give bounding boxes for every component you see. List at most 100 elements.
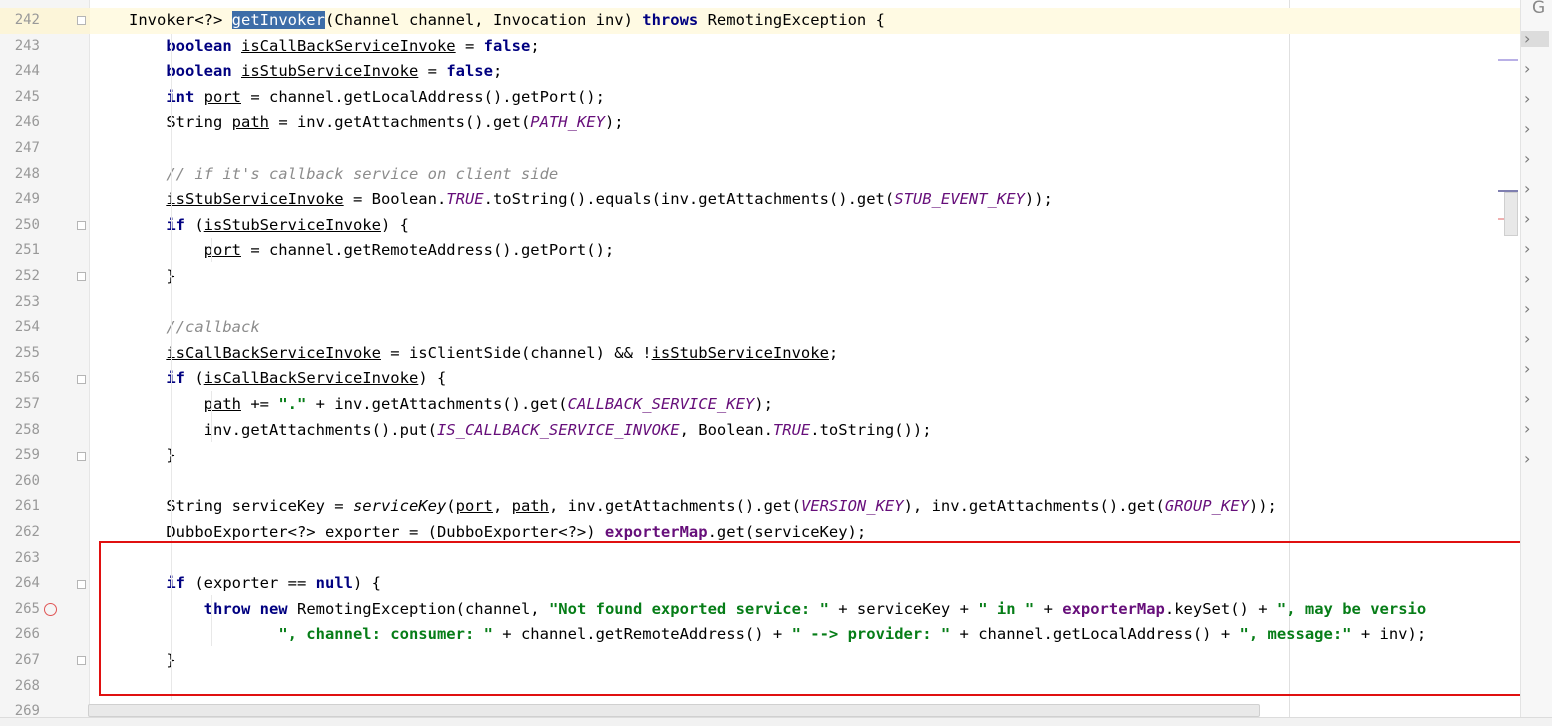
line-number: 242 [14,12,40,28]
code-token: false [446,62,493,81]
code-line[interactable]: path += "." + inv.getAttachments().get(C… [90,392,1520,418]
scroll-thumb[interactable] [1504,192,1518,236]
code-line[interactable]: boolean isCallBackServiceInvoke = false; [90,34,1520,60]
fold-toggle-icon[interactable] [77,272,86,282]
code-token: = channel.getRemoteAddress().getPort(); [240,241,615,260]
code-token: isCallBackServiceInvoke [166,343,381,362]
chevron-right-icon[interactable]: › [1524,181,1540,197]
code-text: isCallBackServiceInvoke = isClientSide(c… [129,341,838,367]
code-text: } [129,443,175,469]
code-line[interactable]: isCallBackServiceInvoke = isClientSide(c… [90,341,1520,367]
chevron-right-icon[interactable]: › [1524,361,1540,377]
code-token: GROUP_KEY [1164,497,1249,516]
code-token: IS_CALLBACK_SERVICE_INVOKE [436,420,680,439]
code-token: ( [185,369,204,388]
code-token: isCallBackServiceInvoke [241,36,456,55]
code-token: ; [828,343,839,362]
line-number: 248 [14,165,40,182]
code-line[interactable]: port = channel.getRemoteAddress().getPor… [90,238,1520,264]
chevron-right-icon[interactable]: › [1521,31,1549,47]
code-line[interactable]: inv.getAttachments().put(IS_CALLBACK_SER… [90,418,1520,444]
code-token: , [492,497,512,516]
code-token: isStubServiceInvoke [203,215,381,234]
chevron-right-icon[interactable]: › [1524,151,1540,167]
status-strip [0,717,1552,726]
chevron-right-icon[interactable]: › [1524,271,1540,287]
line-number: 264 [14,575,40,592]
code-line[interactable]: Invoker<?> getInvoker(Channel channel, I… [90,8,1520,34]
code-line[interactable]: } [90,443,1520,469]
code-line[interactable] [90,469,1520,495]
code-token: ); [754,395,773,413]
code-text: if (isCallBackServiceInvoke) { [129,366,446,392]
code-token: String [129,113,232,132]
code-line[interactable]: boolean isStubServiceInvoke = false; [90,59,1520,85]
code-token: boolean [166,62,232,81]
line-number: 244 [14,63,40,80]
horizontal-scrollbar[interactable] [88,704,1260,717]
code-token: STUB_EVENT_KEY [894,190,1025,209]
chevron-right-icon[interactable]: › [1524,301,1540,317]
code-token: } [129,267,176,285]
fold-toggle-icon[interactable] [77,16,86,26]
code-text: boolean isStubServiceInvoke = false; [129,59,502,85]
code-line[interactable]: } [90,264,1520,290]
code-token: DubboExporter<?> exporter = (DubboExport… [129,523,605,541]
fold-toggle-icon[interactable] [77,451,86,461]
code-line[interactable]: String path = inv.getAttachments().get(P… [90,110,1520,136]
line-number: 247 [14,140,40,156]
code-token: ) { [418,369,447,388]
code-token: .toString()); [810,420,932,439]
chevron-right-icon[interactable]: › [1524,331,1540,347]
code-line[interactable]: int port = channel.getLocalAddress().get… [90,85,1520,111]
chevron-right-icon[interactable]: › [1524,241,1540,257]
code-line[interactable]: String serviceKey = serviceKey(port, pat… [90,494,1520,520]
code-text: inv.getAttachments().put(IS_CALLBACK_SER… [129,418,932,444]
code-line[interactable] [90,136,1520,162]
chevron-right-icon[interactable]: › [1524,121,1540,137]
code-token: if [166,369,185,388]
code-token: serviceKey [352,497,447,516]
breakpoint-icon[interactable] [44,603,57,617]
chevron-right-icon[interactable]: › [1524,451,1540,467]
line-number: 253 [14,293,40,310]
code-token: ); [604,113,624,132]
line-number: 266 [14,626,40,643]
fold-toggle-icon[interactable] [77,221,86,231]
code-token: isCallBackServiceInvoke [203,369,419,388]
code-line[interactable] [90,290,1520,316]
code-line[interactable]: if (isCallBackServiceInvoke) { [90,366,1520,392]
fold-toggle-icon[interactable] [77,656,86,666]
code-line[interactable]: // if it's callback service on client si… [90,162,1520,188]
code-line[interactable]: if (isStubServiceInvoke) { [90,213,1520,239]
code-line[interactable] [90,0,1520,8]
line-number: 263 [14,549,40,566]
code-text: isStubServiceInvoke = Boolean.TRUE.toStr… [129,187,1053,213]
code-token: , inv.getAttachments().get( [548,497,801,516]
code-token: )); [1248,497,1277,516]
fold-toggle-icon[interactable] [77,579,86,589]
code-text: Invoker<?> getInvoker(Channel channel, I… [129,8,885,34]
chevron-right-icon[interactable]: › [1524,421,1540,437]
chevron-right-icon[interactable]: › [1524,391,1540,407]
chevron-right-icon[interactable]: › [1524,91,1540,107]
code-token: = [455,36,484,55]
chevron-right-icon[interactable]: › [1524,211,1540,227]
code-line[interactable]: isStubServiceInvoke = Boolean.TRUE.toStr… [90,187,1520,213]
code-line[interactable]: //callback [90,315,1520,341]
chevron-right-icon[interactable]: › [1524,61,1540,77]
line-number: 251 [14,242,40,259]
code-text: String path = inv.getAttachments().get(P… [129,110,624,136]
indent-guide [211,238,212,262]
code-token: isStubServiceInvoke [166,190,344,209]
fold-toggle-icon[interactable] [77,374,86,384]
code-token: += [240,395,279,413]
code-token: ; [530,36,540,55]
line-number: 243 [14,37,40,54]
